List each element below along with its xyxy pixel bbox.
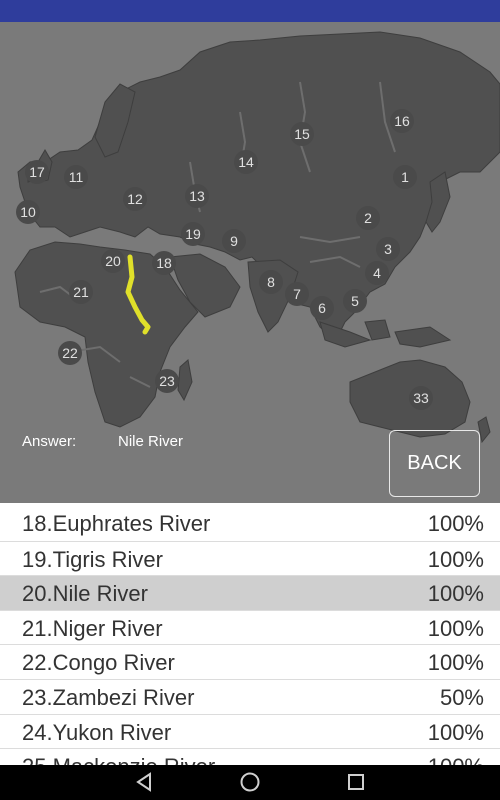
map-marker-18[interactable]: 18 xyxy=(152,251,176,275)
map-marker-label: 13 xyxy=(189,188,205,204)
river-score: 100% xyxy=(427,511,484,536)
status-bar xyxy=(0,0,500,22)
river-name: 20.Nile River xyxy=(22,581,148,607)
river-name: 23.Zambezi River xyxy=(22,685,195,710)
river-list-row[interactable]: 22.Congo River 100% xyxy=(0,644,500,679)
madagascar xyxy=(177,359,193,402)
river-list-row[interactable]: 19.Tigris River 100% xyxy=(0,540,500,576)
map-marker-10[interactable]: 10 xyxy=(16,200,40,224)
map-marker-label: 14 xyxy=(238,154,254,170)
river-name: 19.Tigris River xyxy=(22,546,163,572)
river-list-row[interactable]: 21.Niger River 100% xyxy=(0,609,500,645)
map-marker-11[interactable]: 11 xyxy=(64,165,88,189)
river-name: 21.Niger River xyxy=(22,615,163,641)
triangle-back-icon[interactable] xyxy=(133,771,155,793)
map-marker-label: 12 xyxy=(127,191,143,207)
answer-value: Nile River xyxy=(118,433,184,450)
river-name: 24.Yukon River xyxy=(22,719,172,745)
map-marker-9[interactable]: 9 xyxy=(222,229,246,253)
map-marker-label: 9 xyxy=(230,233,238,249)
river-list-row[interactable]: 23.Zambezi River 50% xyxy=(0,679,500,714)
river-list-row[interactable]: 18.Euphrates River 100% xyxy=(0,506,500,541)
map-marker-7[interactable]: 7 xyxy=(285,282,309,306)
river-score: 50% xyxy=(439,685,484,710)
river-score: 100% xyxy=(427,650,484,676)
map-marker-label: 1 xyxy=(401,169,409,185)
river-list-row[interactable]: 25.Mackenzie River 100% xyxy=(0,748,500,765)
map-marker-12[interactable]: 12 xyxy=(123,187,147,211)
map-marker-8[interactable]: 8 xyxy=(259,270,283,294)
river-score: 100% xyxy=(427,581,484,607)
river-score: 100% xyxy=(427,719,484,745)
map-marker-5[interactable]: 5 xyxy=(343,289,367,313)
river-score: 100% xyxy=(428,754,484,765)
map-marker-label: 5 xyxy=(351,293,359,309)
map-marker-label: 21 xyxy=(73,284,89,300)
map-marker-label: 17 xyxy=(29,164,45,180)
river-list-row[interactable]: 20.Nile River 100% xyxy=(0,575,500,611)
river-name: 22.Congo River xyxy=(22,650,175,676)
map-panel: 16 15 14 1 17 11 13 12 10 2 19 9 20 18 3 4 21 8 7 5 6 22 23 33 … xyxy=(0,22,500,503)
map-marker-label: 33 xyxy=(413,390,429,406)
map-marker-label: 7 xyxy=(293,286,301,302)
map-marker-label: 20 xyxy=(105,253,121,269)
back-button[interactable]: BACK xyxy=(389,430,480,497)
river-list[interactable]: 18.Euphrates River 100% 19.Tigris River 100… xyxy=(0,503,500,765)
map-marker-label: 3 xyxy=(384,241,392,257)
map-marker-label: 4 xyxy=(373,265,381,281)
map-marker-label: 8 xyxy=(267,274,275,290)
map-marker-4[interactable]: 4 xyxy=(365,261,389,285)
map-marker-1[interactable]: 1 xyxy=(393,165,417,189)
map-marker-2[interactable]: 2 xyxy=(356,206,380,230)
map-marker-label: 11 xyxy=(69,169,84,185)
map-marker-33[interactable]: 33 xyxy=(409,386,433,410)
map-marker-20[interactable]: 20 xyxy=(101,249,125,273)
map-marker-23[interactable]: 23 xyxy=(155,369,179,393)
map-marker-label: 2 xyxy=(364,210,372,226)
river-score: 100% xyxy=(427,546,484,572)
map-marker-3[interactable]: 3 xyxy=(376,237,400,261)
map-marker-16[interactable]: 16 xyxy=(390,109,414,133)
map-marker-label: 22 xyxy=(62,345,78,361)
map-marker-15[interactable]: 15 xyxy=(290,122,314,146)
map-marker-label: 19 xyxy=(185,226,201,242)
river-score: 100% xyxy=(427,615,484,641)
map-marker-label: 18 xyxy=(156,255,172,271)
map-marker-label: 16 xyxy=(394,113,410,129)
navigation-bar xyxy=(0,765,500,800)
map-marker-label: 15 xyxy=(294,126,310,142)
river-list-row[interactable]: 24.Yukon River 100% xyxy=(0,713,500,749)
answer-label: Answer: xyxy=(22,433,77,450)
map-marker-17[interactable]: 17 xyxy=(25,160,49,184)
map-marker-22[interactable]: 22 xyxy=(58,341,82,365)
map-marker-14[interactable]: 14 xyxy=(234,150,258,174)
river-name: 18.Euphrates River xyxy=(22,511,211,536)
map-marker-label: 6 xyxy=(318,300,326,316)
map-marker-21[interactable]: 21 xyxy=(69,280,93,304)
circle-home-icon[interactable] xyxy=(239,771,261,793)
map-marker-13[interactable]: 13 xyxy=(185,184,209,208)
map-marker-label: 23 xyxy=(159,373,175,389)
river-name: 25.Mackenzie River xyxy=(22,754,215,765)
map-marker-label: 10 xyxy=(20,204,36,220)
square-recents-icon[interactable] xyxy=(345,771,367,793)
map-marker-6[interactable]: 6 xyxy=(310,296,334,320)
map-marker-19[interactable]: 19 xyxy=(181,222,205,246)
